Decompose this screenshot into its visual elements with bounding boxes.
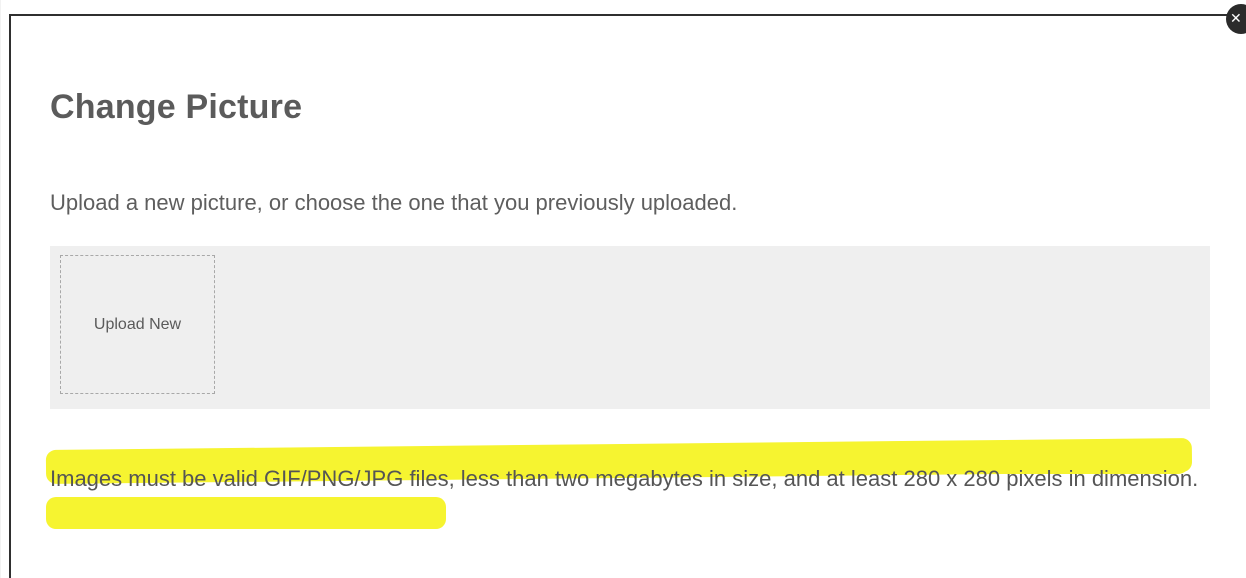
upload-new-label: Upload New xyxy=(93,315,182,333)
page-edge xyxy=(0,0,1,578)
upload-new-button[interactable]: Upload New xyxy=(60,255,215,394)
picture-gallery: Upload New xyxy=(50,246,1210,409)
highlighter-mark-line-2 xyxy=(46,497,446,529)
image-requirements-note: Images must be valid GIF/PNG/JPG files, … xyxy=(50,466,1199,491)
dialog-title: Change Picture xyxy=(50,88,303,126)
page: ✕ Change Picture Upload a new picture, o… xyxy=(0,0,1246,578)
dialog-subtitle: Upload a new picture, or choose the one … xyxy=(50,190,738,215)
close-icon: ✕ xyxy=(1230,11,1242,27)
